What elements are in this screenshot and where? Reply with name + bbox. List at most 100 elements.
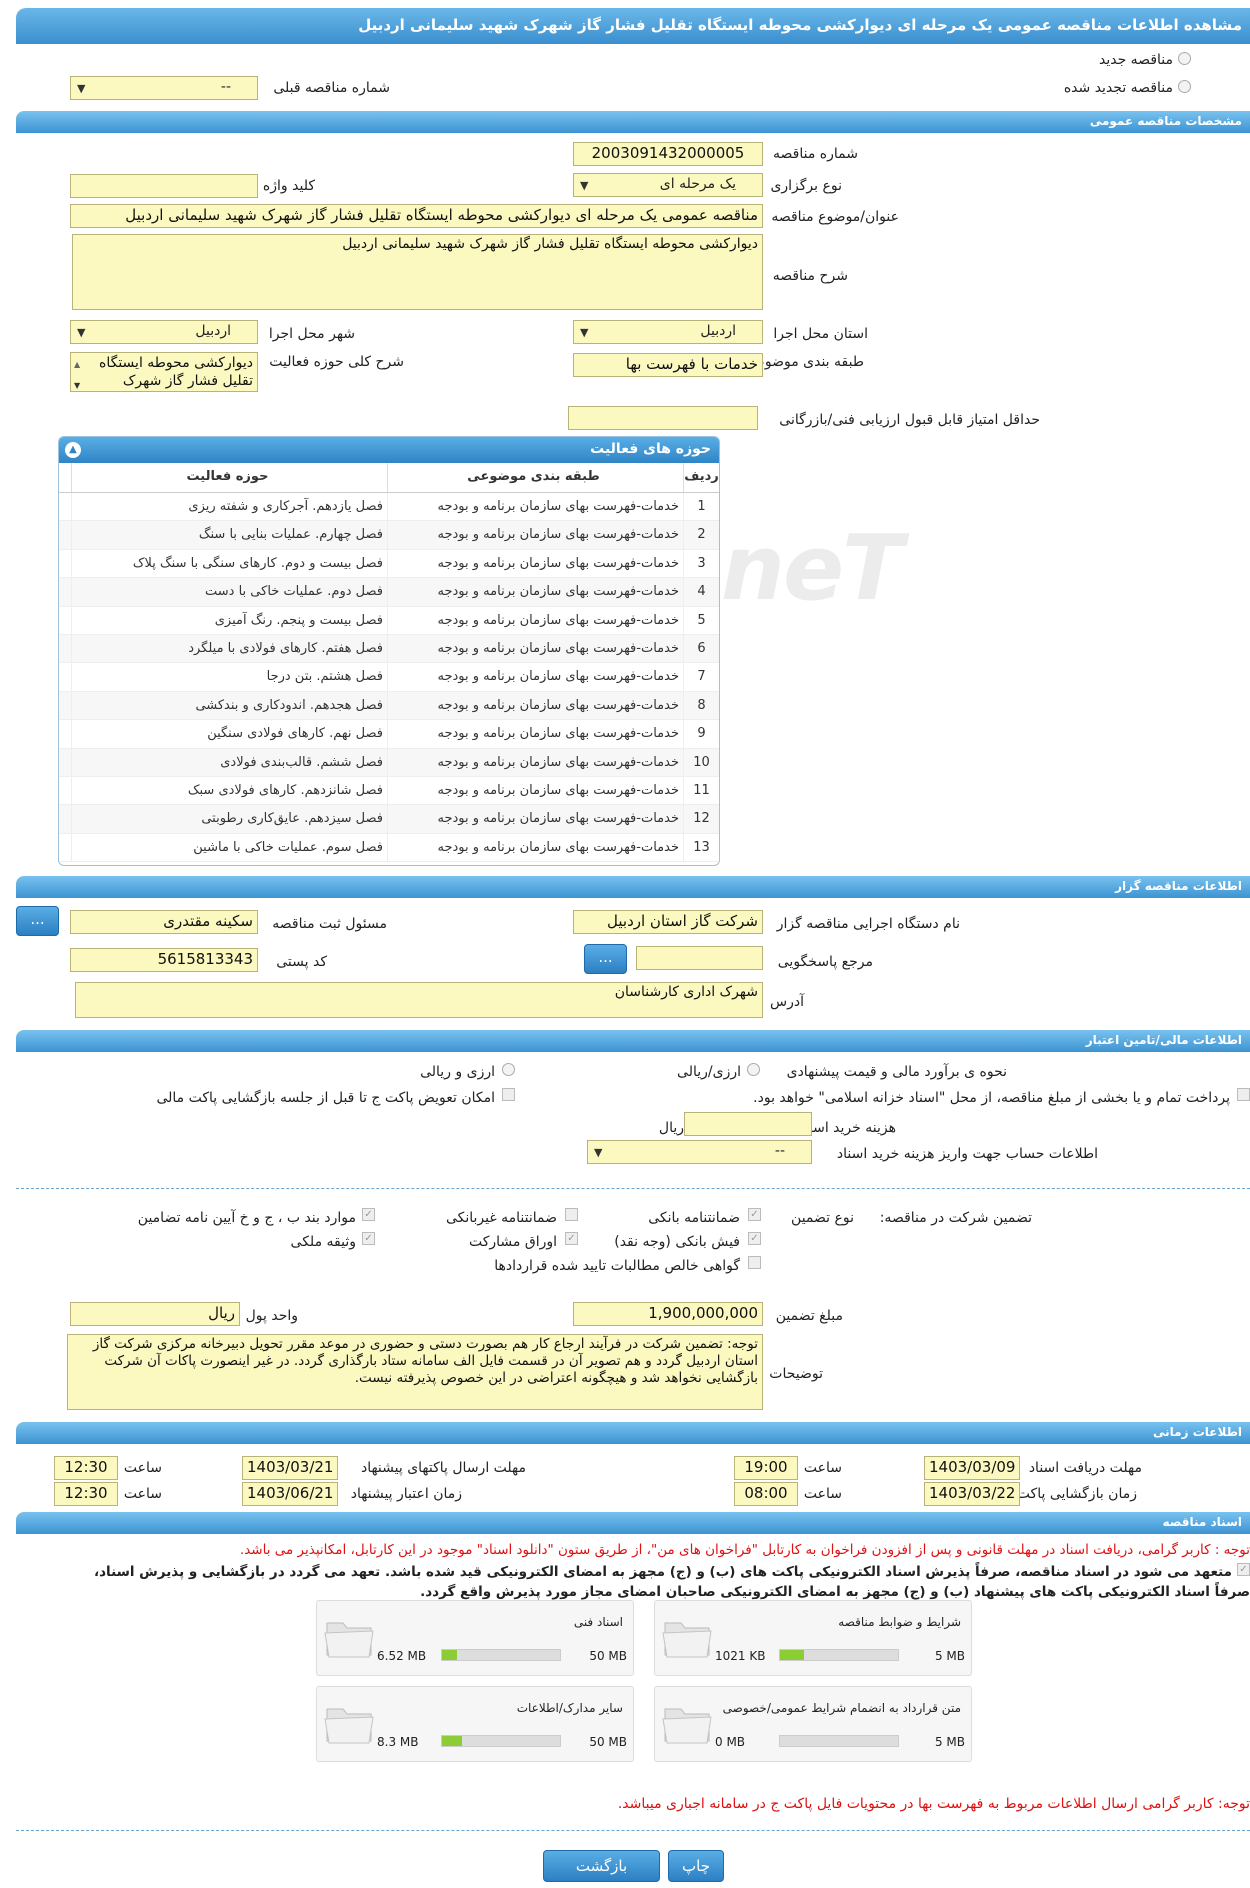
col-area[interactable]: حوزه فعالیت <box>71 463 387 492</box>
document-progress <box>441 1735 561 1747</box>
validity-time-label: ساعت <box>123 1486 162 1502</box>
treasury-checkbox[interactable] <box>1237 1088 1250 1101</box>
divider <box>16 1188 1250 1189</box>
subject-field[interactable]: مناقصه عمومی یک مرحله ای دیوارکشی محوطه … <box>70 204 763 228</box>
address-field[interactable]: شهرک اداری کارشناسان <box>75 982 763 1018</box>
commit-checkbox[interactable]: ✓ <box>1237 1563 1250 1576</box>
reference-field[interactable] <box>636 946 763 970</box>
tender-number-field[interactable]: 2003091432000005 <box>573 142 763 166</box>
scroll-up-icon[interactable]: ▲ <box>74 356 80 374</box>
row-number-cell: 3 <box>683 549 719 578</box>
doc-cost-field[interactable] <box>684 1112 812 1136</box>
table-row[interactable]: 1 خدمات-فهرست بهای سازمان برنامه و بودجه ف… <box>59 493 719 522</box>
min-score-field[interactable] <box>568 406 758 430</box>
table-row[interactable]: 11 خدمات-فهرست بهای سازمان برنامه و بودجه… <box>59 776 719 806</box>
category-cell: خدمات-فهرست بهای سازمان برنامه و بودجه <box>387 578 683 606</box>
download-notice: توجه : کاربر گرامی، دریافت اسناد در مهلت… <box>239 1542 1250 1558</box>
swap-checkbox[interactable] <box>502 1088 515 1101</box>
check-property[interactable]: ✓ <box>362 1232 375 1245</box>
description-field[interactable]: دیوارکشی محوطه ایستگاه تقلیل فشار گاز شه… <box>72 234 763 310</box>
radio-currency-and-rial[interactable] <box>502 1063 515 1076</box>
table-row[interactable]: 13 خدمات-فهرست بهای سازمان برنامه و بودجه… <box>59 833 719 863</box>
activity-area-cell: فصل سیزدهم. عایق‌کاری رطوبتی <box>71 805 387 833</box>
category-cell: خدمات-فهرست بهای سازمان برنامه و بودجه <box>387 606 683 634</box>
amount-field[interactable]: 1,900,000,000 <box>573 1302 763 1326</box>
row-number-cell: 2 <box>683 521 719 549</box>
document-card[interactable]: متن قرارداد به انضمام شرایط عمومی/خصوصی 5… <box>654 1686 972 1762</box>
radio-renewed-tender[interactable] <box>1178 80 1191 93</box>
send-date-field[interactable]: 1403/03/21 <box>242 1456 338 1480</box>
scroll-down-icon[interactable]: ▼ <box>74 377 80 391</box>
scope-field[interactable]: دیوارکشی محوطه ایستگاه تقلیل فشار گاز شه… <box>70 352 258 392</box>
table-row[interactable]: 5 خدمات-فهرست بهای سازمان برنامه و بودجه ف… <box>59 606 719 635</box>
radio-new-tender[interactable] <box>1178 52 1191 65</box>
table-row[interactable]: 7 خدمات-فهرست بهای سازمان برنامه و بودجه ف… <box>59 663 719 692</box>
table-row[interactable]: 6 خدمات-فهرست بهای سازمان برنامه و بودجه ف… <box>59 634 719 664</box>
print-button[interactable]: چاپ <box>668 1850 724 1882</box>
check-misc-guarantee[interactable]: ✓ <box>362 1208 375 1221</box>
validity-label: زمان اعتبار پیشنهاد <box>350 1486 462 1502</box>
keyword-field[interactable] <box>70 174 258 198</box>
table-row[interactable]: 9 خدمات-فهرست بهای سازمان برنامه و بودجه ف… <box>59 720 719 749</box>
check-cheque[interactable]: ✓ <box>748 1232 761 1245</box>
table-row[interactable]: 8 خدمات-فهرست بهای سازمان برنامه و بودجه ف… <box>59 691 719 721</box>
document-card[interactable]: شرایط و ضوابط مناقصه 5 MB 1021 KB <box>654 1600 972 1676</box>
row-number-cell: 12 <box>683 805 719 833</box>
table-row[interactable]: 4 خدمات-فهرست بهای سازمان برنامه و بودجه ف… <box>59 578 719 607</box>
check-bonds[interactable]: ✓ <box>565 1232 578 1245</box>
table-row[interactable]: 10 خدمات-فهرست بهای سازمان برنامه و بودجه… <box>59 748 719 777</box>
row-number-cell: 8 <box>683 691 719 720</box>
check-claims[interactable] <box>748 1256 761 1269</box>
check-nonbank-guarantee[interactable] <box>565 1208 578 1221</box>
org-name-field[interactable]: شرکت گاز استان اردبیل <box>573 910 763 934</box>
document-progress <box>779 1649 899 1661</box>
notes-field[interactable]: توجه: تضمین شرکت در فرآیند ارجاع کار هم … <box>67 1334 763 1410</box>
validity-time-field[interactable]: 12:30 <box>54 1482 118 1506</box>
account-label: اطلاعات حساب جهت واریز هزینه خرید اسناد <box>836 1146 1098 1162</box>
doc-cost-label: هزینه خرید اسناد <box>798 1120 896 1136</box>
document-max-size: 5 MB <box>934 1649 965 1663</box>
officer-field[interactable]: سکینه مقتدری <box>70 910 258 934</box>
activities-grid-body: 1 خدمات-فهرست بهای سازمان برنامه و بودجه ف… <box>59 493 719 863</box>
radio-currency-rial[interactable] <box>747 1063 760 1076</box>
activities-grid: حوزه های فعالیت ▲ ردیف طبقه بندی موضوعی … <box>58 436 720 866</box>
table-row[interactable]: 3 خدمات-فهرست بهای سازمان برنامه و بودجه ف… <box>59 549 719 579</box>
receive-date-field[interactable]: 1403/03/09 <box>924 1456 1020 1480</box>
document-progress-fill <box>442 1650 457 1660</box>
reference-lookup-button[interactable]: ... <box>584 944 627 974</box>
opening-time-field[interactable]: 08:00 <box>734 1482 798 1506</box>
validity-date-field[interactable]: 1403/06/21 <box>242 1482 338 1506</box>
document-size: 1021 KB <box>715 1649 766 1663</box>
document-card[interactable]: سایر مدارک/اطلاعات 50 MB 8.3 MB <box>316 1686 634 1762</box>
currency-unit-field[interactable]: ریال <box>70 1302 240 1326</box>
table-row[interactable]: 2 خدمات-فهرست بهای سازمان برنامه و بودجه ف… <box>59 521 719 550</box>
tender-type-select[interactable]: یک مرحله ای ▼ <box>573 173 763 197</box>
province-select[interactable]: اردبیل ▼ <box>573 320 763 344</box>
activities-grid-header: حوزه های فعالیت ▲ <box>59 437 719 463</box>
send-deadline-label: مهلت ارسال پاکتهای پیشنهاد <box>360 1460 526 1476</box>
collapse-icon[interactable]: ▲ <box>65 442 81 458</box>
table-row[interactable]: 12 خدمات-فهرست بهای سازمان برنامه و بودجه… <box>59 805 719 834</box>
folder-icon <box>661 1611 713 1661</box>
opening-date-field[interactable]: 1403/03/22 <box>924 1482 1020 1506</box>
back-button[interactable]: بازگشت <box>543 1850 660 1882</box>
document-card[interactable]: اسناد فنی 50 MB 6.52 MB <box>316 1600 634 1676</box>
col-row[interactable]: ردیف <box>683 463 719 492</box>
send-time-field[interactable]: 12:30 <box>54 1456 118 1480</box>
receive-time-field[interactable]: 19:00 <box>734 1456 798 1480</box>
city-select[interactable]: اردبیل ▼ <box>70 320 258 344</box>
tender-type-value: یک مرحله ای <box>659 176 736 192</box>
category-field[interactable]: خدمات با فهرست بها <box>573 353 763 377</box>
officer-lookup-button[interactable]: ... <box>16 906 59 936</box>
check-bank-guarantee[interactable]: ✓ <box>748 1208 761 1221</box>
account-value: -- <box>774 1143 785 1159</box>
section-general: مشخصات مناقصه عمومی <box>16 111 1250 133</box>
account-select[interactable]: -- ▼ <box>587 1140 812 1164</box>
prev-number-select[interactable]: -- ▼ <box>70 76 258 100</box>
org-name-label: نام دستگاه اجرایی مناقصه گزار <box>776 916 960 932</box>
document-progress <box>779 1735 899 1747</box>
col-category[interactable]: طبقه بندی موضوعی <box>387 463 683 492</box>
reference-label: مرجع پاسخگویی <box>777 954 873 970</box>
postal-code-field[interactable]: 5615813343 <box>70 948 258 972</box>
tender-number-label: شماره مناقصه <box>773 146 858 162</box>
